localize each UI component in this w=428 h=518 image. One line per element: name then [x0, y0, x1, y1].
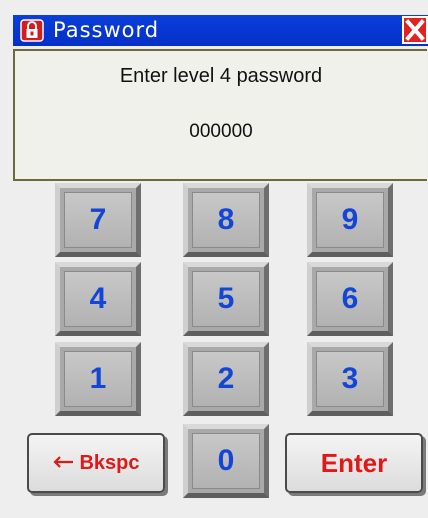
- key-7-label: 7: [64, 192, 132, 248]
- key-9-label: 9: [316, 192, 384, 248]
- key-3[interactable]: 3: [307, 342, 393, 416]
- password-display: Enter level 4 password 000000: [13, 49, 427, 181]
- lock-icon: [20, 19, 44, 42]
- password-level: 4: [219, 65, 231, 87]
- window-title: Password: [53, 18, 160, 42]
- key-3-label: 3: [316, 351, 384, 407]
- title-bar[interactable]: Password: [13, 15, 428, 46]
- key-8-label: 8: [192, 192, 260, 248]
- arrow-left-icon: [52, 453, 74, 474]
- key-4-label: 4: [64, 271, 132, 327]
- backspace-label: Bkspc: [79, 451, 140, 474]
- enter-label: Enter: [320, 447, 388, 478]
- key-0[interactable]: 0: [183, 424, 269, 498]
- close-icon: [405, 19, 425, 41]
- close-button[interactable]: [402, 16, 428, 44]
- key-0-label: 0: [192, 433, 260, 489]
- key-5[interactable]: 5: [183, 262, 269, 336]
- key-9[interactable]: 9: [307, 183, 393, 257]
- key-6-label: 6: [316, 271, 384, 327]
- key-4[interactable]: 4: [55, 262, 141, 336]
- prompt-text: Enter level 4 password: [15, 65, 427, 88]
- key-7[interactable]: 7: [55, 183, 141, 257]
- prompt-suffix: password: [236, 65, 323, 87]
- key-1[interactable]: 1: [55, 342, 141, 416]
- key-6[interactable]: 6: [307, 262, 393, 336]
- enter-button[interactable]: Enter: [285, 433, 423, 493]
- key-2[interactable]: 2: [183, 342, 269, 416]
- key-2-label: 2: [192, 351, 260, 407]
- password-entry: 000000: [189, 121, 253, 142]
- key-1-label: 1: [64, 351, 132, 407]
- key-8[interactable]: 8: [183, 183, 269, 257]
- backspace-button[interactable]: Bkspc: [27, 433, 165, 493]
- prompt-prefix: Enter level: [119, 65, 215, 87]
- key-5-label: 5: [192, 271, 260, 327]
- password-dialog: Password Enter level 4 password 000000 7…: [0, 0, 428, 518]
